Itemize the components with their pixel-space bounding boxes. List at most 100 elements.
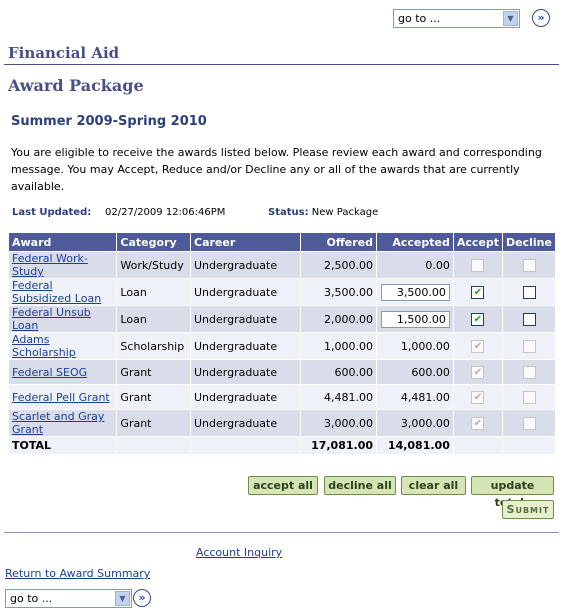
accepted-cell: 4,481.00 [376,384,454,410]
decline-checkbox [522,390,536,404]
accept-cell: ✔ [452,409,504,437]
submit-button[interactable]: Submit [502,500,554,519]
goto-button-bottom[interactable]: » [133,589,151,607]
goto-select-top[interactable]: go to ... ▼ [393,9,520,28]
decline-checkbox[interactable] [522,312,536,326]
column-header-accepted: Accepted [376,232,454,252]
career-cell: Undergraduate [189,409,302,437]
column-header-offered: Offered [300,232,377,252]
award-cell: Adams Scholarship [7,332,118,360]
award-link[interactable]: Scarlet and Gray Grant [12,410,104,436]
decline-cell [502,305,556,333]
career-cell: Undergraduate [189,251,302,279]
decline-cell [502,359,556,385]
award-cell: Federal Unsub Loan [7,305,118,333]
title-divider [4,64,559,65]
decline-cell [502,384,556,410]
total-offered: 17,081.00 [300,436,377,455]
category-cell: Work/Study [116,251,191,279]
award-row: Federal Subsidized Loan Loan Undergraduate… [7,278,556,306]
goto-button-top[interactable]: » [532,9,550,27]
decline-all-button[interactable]: decline all [324,476,396,495]
page-title: Award Package [8,76,144,95]
category-cell: Grant [116,384,191,410]
column-header-decline: Decline [502,232,556,252]
status: Status: New Package [268,207,378,218]
accept-checkbox: ✔ [471,416,485,430]
career-cell: Undergraduate [189,305,302,333]
offered-cell: 600.00 [300,359,377,385]
offered-cell: 1,000.00 [300,332,377,360]
goto-select-bottom-value: go to ... [10,592,53,605]
accept-cell: ✔ [452,305,504,333]
accept-all-button[interactable]: accept all [248,476,318,495]
goto-select-top-value: go to ... [398,12,441,25]
award-link[interactable]: Federal SEOG [12,366,87,379]
update-totals-button[interactable]: update totals [471,476,554,509]
accept-cell: ✔ [452,384,504,410]
career-cell: Undergraduate [189,278,302,306]
category-cell: Loan [116,305,191,333]
chevron-down-icon: ▼ [115,591,130,606]
offered-cell: 2,500.00 [300,251,377,279]
decline-checkbox [522,258,536,272]
offered-cell: 3,000.00 [300,409,377,437]
decline-cell [502,251,556,279]
accept-cell: ✔ [452,332,504,360]
accept-checkbox: ✔ [471,390,485,404]
status-label: Status: [268,207,309,218]
accept-checkbox[interactable]: ✔ [471,312,485,326]
accepted-amount-input[interactable]: 1,500.00 [380,310,450,328]
accept-cell [452,251,504,279]
total-label: TOTAL [7,436,118,455]
section-title: Financial Aid [8,44,120,62]
award-cell: Scarlet and Gray Grant [7,409,118,437]
accept-checkbox[interactable]: ✔ [471,285,485,299]
term-heading: Summer 2009-Spring 2010 [11,114,207,129]
career-cell: Undergraduate [189,332,302,360]
accepted-cell: 1,000.00 [376,332,454,360]
award-row: Federal Unsub Loan Loan Undergraduate 2,000… [7,305,556,333]
offered-cell: 3,500.00 [300,278,377,306]
award-cell: Federal Work-Study [7,251,118,279]
category-cell: Grant [116,409,191,437]
award-link[interactable]: Federal Work-Study [12,252,88,278]
column-header-award: Award [7,232,118,252]
table-header-row: Award Category Career Offered Accepted A… [7,232,556,252]
award-cell: Federal Subsidized Loan [7,278,118,306]
total-row: TOTAL 17,081.00 14,081.00 [7,436,556,455]
column-header-career: Career [189,232,302,252]
award-link[interactable]: Federal Unsub Loan [12,306,91,332]
accept-cell: ✔ [452,359,504,385]
category-cell: Loan [116,278,191,306]
decline-checkbox[interactable] [522,285,536,299]
accept-checkbox: ✔ [471,365,485,379]
decline-checkbox [522,339,536,353]
career-cell: Undergraduate [189,384,302,410]
return-to-award-summary-link[interactable]: Return to Award Summary [5,567,150,580]
accepted-cell: 3,000.00 [376,409,454,437]
award-row: Adams Scholarship Scholarship Undergraduat… [7,332,556,360]
accepted-cell: 600.00 [376,359,454,385]
accepted-amount-input[interactable]: 3,500.00 [380,283,450,301]
offered-cell: 4,481.00 [300,384,377,410]
award-link[interactable]: Federal Pell Grant [12,391,110,404]
footer-divider [4,532,559,533]
career-cell: Undergraduate [189,359,302,385]
award-row: Federal SEOG Grant Undergraduate 600.00 600.… [7,359,556,385]
last-updated-value: 02/27/2009 12:06:46PM [105,207,226,218]
total-accepted: 14,081.00 [376,436,454,455]
double-chevron-right-icon: » [138,591,146,604]
clear-all-button[interactable]: clear all [401,476,466,495]
award-row: Federal Pell Grant Grant Undergraduate 4,48… [7,384,556,410]
accepted-cell: 3,500.00 [376,278,454,306]
award-cell: Federal Pell Grant [7,384,118,410]
column-header-accept: Accept [452,232,504,252]
last-updated-label: Last Updated: [12,207,92,218]
award-link[interactable]: Adams Scholarship [12,333,76,359]
decline-cell [502,332,556,360]
goto-select-bottom[interactable]: go to ... ▼ [5,589,132,608]
column-header-category: Category [116,232,191,252]
award-link[interactable]: Federal Subsidized Loan [12,279,101,305]
account-inquiry-link[interactable]: Account Inquiry [196,546,282,559]
